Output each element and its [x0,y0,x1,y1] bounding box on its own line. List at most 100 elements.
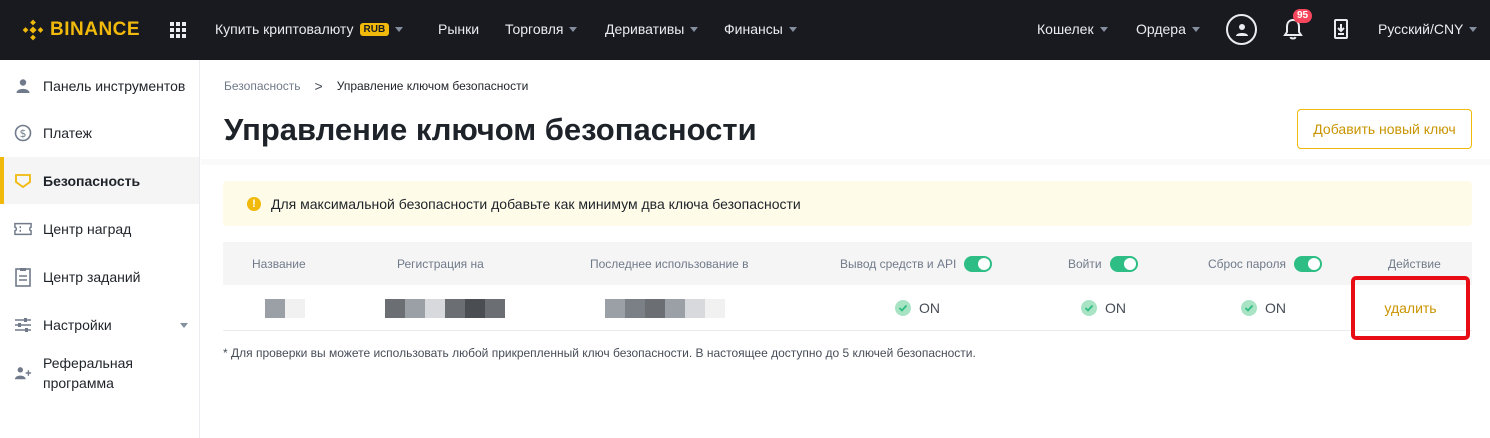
breadcrumb-separator: > [314,78,323,94]
reset-password-label: Сброс пароля [1208,256,1286,271]
chevron-down-icon [180,323,188,328]
warning-icon: ! [247,196,261,211]
nav-finance[interactable]: Финансы [724,21,797,37]
referral-label-line2: программа [43,375,114,391]
sidebar-item-label: Панель инструментов [43,78,186,94]
column-header-login: Войти [1068,242,1138,285]
sidebar-item-label: Центр наград [43,221,132,237]
login-status: ON [1105,300,1126,316]
sidebar-item-label: Настройки [43,317,112,333]
sidebar-item-label: Безопасность [43,172,141,189]
sidebar-item-label: Центр заданий [43,269,141,285]
table-row: ON ON ON удалить [223,276,1472,340]
nav-orders[interactable]: Ордера [1136,21,1200,37]
delete-highlight-box: удалить [1351,276,1470,340]
chevron-down-icon [690,27,699,32]
nav-wallet[interactable]: Кошелек [1037,21,1108,37]
page-title: Управление ключом безопасности [224,112,757,147]
chevron-down-icon [569,27,578,32]
notice-text: Для максимальной безопасности добавьте к… [271,195,801,212]
breadcrumb-parent-link[interactable]: Безопасность [224,79,301,93]
reset-password-status-cell: ON [1241,285,1286,331]
key-name-cell [265,285,305,331]
sidebar-item-security[interactable]: Безопасность [0,157,199,204]
nav-orders-label: Ордера [1136,21,1186,37]
notification-count-badge: 95 [1293,9,1313,23]
add-new-key-button[interactable]: Добавить новый ключ [1297,109,1472,149]
sidebar-item-tasks[interactable]: Центр заданий [0,257,199,297]
page-header: Безопасность > Управление ключом безопас… [201,60,1490,165]
column-header-reset-password: Сброс пароля [1208,242,1322,285]
download-button[interactable] [1333,19,1349,44]
footnote-text: * Для проверки вы можете использовать лю… [223,346,976,360]
binance-diamond-icon [22,19,44,41]
sidebar-item-payment[interactable]: $ Платеж [0,113,199,153]
last-used-date-cell [605,285,725,331]
withdraw-api-status-cell: ON [895,285,940,331]
dollar-circle-icon: $ [14,124,32,142]
chevron-down-icon [788,27,797,32]
nav-finance-label: Финансы [724,21,783,37]
column-header-registered: Регистрация на [397,256,484,271]
delete-key-link[interactable]: удалить [1384,300,1436,316]
user-icon [14,77,32,95]
top-navbar: BINANCE Купить криптовалюту RUB Рынки То… [0,0,1490,60]
nav-markets-label: Рынки [438,21,480,37]
svg-text:$: $ [20,127,27,140]
sidebar-item-settings[interactable]: Настройки [0,305,199,345]
withdraw-api-toggle[interactable] [964,255,993,272]
rub-badge: RUB [359,22,390,36]
nav-buy-crypto[interactable]: Купить криптовалюту RUB [215,21,404,37]
locale-selector[interactable]: Русский/CNY [1378,21,1478,37]
table-header: Название Регистрация на Последнее исполь… [223,242,1472,285]
breadcrumb-current: Управление ключом безопасности [336,79,529,93]
nav-buy-crypto-label: Купить криптовалюту [215,21,354,37]
login-status-cell: ON [1081,285,1126,331]
download-app-icon [1334,19,1348,39]
security-notice-banner: ! Для максимальной безопасности добавьте… [223,181,1472,226]
binance-logo[interactable]: BINANCE [22,19,140,41]
redacted-registered-date [385,298,505,318]
login-toggle[interactable] [1109,255,1138,272]
withdraw-api-label: Вывод средств и API [840,256,957,271]
sidebar-item-referral[interactable]: Реферальная программа [0,350,199,396]
profile-button[interactable] [1226,14,1257,45]
sidebar-item-label: Реферальная программа [43,353,133,393]
notifications-button[interactable]: 95 [1283,9,1313,42]
redacted-last-used-date [605,298,725,318]
nav-trade[interactable]: Торговля [505,21,578,37]
user-avatar-icon [1235,23,1248,36]
ticket-icon [14,220,32,238]
nav-derivatives-label: Деривативы [605,21,685,37]
shield-icon [14,172,32,190]
redacted-key-name [265,298,305,318]
column-header-last-used: Последнее использование в [590,256,749,271]
nav-trade-label: Торговля [505,21,564,37]
check-circle-icon [895,300,911,316]
sidebar-item-rewards[interactable]: Центр наград [0,209,199,249]
chevron-down-icon [1191,27,1200,32]
nav-derivatives[interactable]: Деривативы [605,21,699,37]
chevron-down-icon [395,27,404,32]
column-header-name: Название [252,256,306,271]
referral-label-line1: Реферальная [43,355,133,371]
nav-wallet-label: Кошелек [1037,21,1094,37]
nav-markets[interactable]: Рынки [438,21,479,37]
chevron-down-icon [1099,27,1108,32]
brand-name: BINANCE [50,19,141,40]
apps-grid-icon[interactable] [170,22,187,38]
reset-password-status: ON [1265,300,1286,316]
sidebar-item-dashboard[interactable]: Панель инструментов [0,66,199,106]
column-header-withdraw-api: Вывод средств и API [840,242,993,285]
check-circle-icon [1241,300,1257,316]
add-user-icon [14,364,32,382]
registered-date-cell [385,285,505,331]
login-label: Войти [1068,256,1102,271]
sidebar-item-label: Платеж [43,125,92,141]
checklist-icon [14,268,32,287]
reset-password-toggle[interactable] [1293,255,1322,272]
check-circle-icon [1081,300,1097,316]
chevron-down-icon [1469,27,1478,32]
locale-label: Русский/CNY [1378,21,1464,37]
breadcrumb: Безопасность > Управление ключом безопас… [224,78,528,94]
